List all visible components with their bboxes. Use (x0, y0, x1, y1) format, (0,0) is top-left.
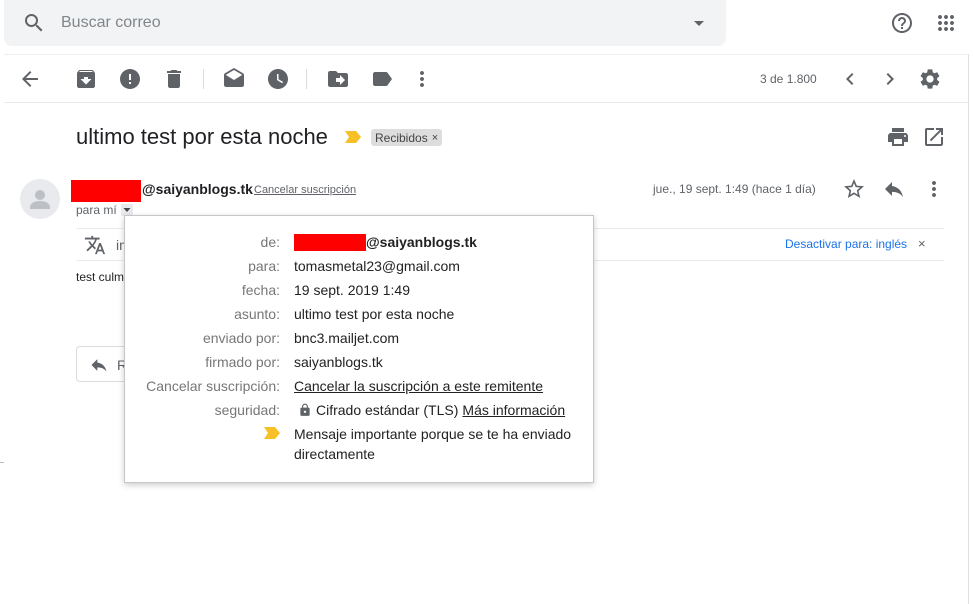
details-value: Cancelar la suscripción a este remitente (294, 376, 584, 396)
importance-marker-icon[interactable] (345, 131, 361, 143)
pager-count: 3 de 1.800 (760, 72, 817, 86)
sender-email[interactable]: @saiyanblogs.tk (142, 181, 253, 197)
reply-icon (89, 355, 109, 375)
mark-as-read-icon[interactable] (222, 67, 246, 91)
details-key: seguridad: (214, 402, 280, 418)
lock-icon (298, 403, 312, 417)
archive-icon[interactable] (74, 67, 98, 91)
open-in-new-icon[interactable] (922, 125, 946, 149)
details-value: 19 sept. 2019 1:49 (294, 282, 410, 298)
label-remove-button[interactable]: × (432, 132, 438, 144)
label-icon[interactable] (370, 67, 394, 91)
redacted-sender-name (294, 233, 366, 251)
arrow-back-icon[interactable] (18, 67, 42, 91)
details-value: tomasmetal23@gmail.com (294, 258, 460, 274)
move-to-icon[interactable] (326, 67, 350, 91)
details-key: firmado por: (205, 354, 280, 370)
learn-more-link[interactable]: Más información (462, 400, 565, 420)
top-divider (4, 54, 968, 55)
snooze-icon[interactable] (266, 67, 290, 91)
details-key: asunto: (234, 306, 280, 322)
more-vert-icon[interactable] (922, 177, 946, 201)
to-me-label: para mí (76, 203, 117, 217)
apps-grid-icon[interactable] (934, 11, 958, 35)
toolbar-divider (4, 102, 968, 103)
left-edge-mark (0, 462, 4, 463)
details-value: bnc3.mailjet.com (294, 330, 400, 346)
translate-icon (84, 234, 106, 256)
toolbar-separator (203, 69, 204, 89)
reply-icon[interactable] (882, 177, 906, 201)
details-key: fecha: (241, 282, 280, 298)
unsubscribe-link[interactable]: Cancelar suscripción (254, 184, 356, 196)
search-bar[interactable] (4, 0, 726, 46)
email-body: test culm (76, 270, 125, 284)
details-value: ultimo test por esta noche (294, 306, 455, 322)
label-chip-inbox[interactable]: Recibidos × (371, 129, 443, 146)
search-icon[interactable] (22, 11, 46, 35)
details-value-from: @saiyanblogs.tk (294, 232, 584, 252)
email-subject: ultimo test por esta noche (76, 124, 328, 149)
search-input[interactable] (61, 10, 621, 36)
details-key: enviado por: (202, 330, 280, 346)
star-icon[interactable] (842, 177, 866, 201)
unsubscribe-sender-link[interactable]: Cancelar la suscripción a este remitente (294, 378, 543, 394)
toolbar-separator (306, 69, 307, 89)
arrow-drop-down-icon[interactable] (687, 11, 711, 35)
disable-translation-link[interactable]: Desactivar para: inglés (785, 237, 907, 251)
print-icon[interactable] (886, 125, 910, 149)
avatar[interactable] (20, 179, 60, 219)
delete-icon[interactable] (162, 67, 186, 91)
security-text: Cifrado estándar (TLS) (316, 402, 459, 418)
importance-marker-icon (264, 427, 280, 439)
email-date: jue., 19 sept. 1:49 (hace 1 día) (653, 182, 816, 196)
redacted-sender-name (71, 180, 141, 202)
more-vert-icon[interactable] (410, 67, 434, 91)
gear-icon[interactable] (918, 67, 942, 91)
details-from-domain: @saiyanblogs.tk (366, 234, 477, 250)
details-value: Mensaje importante porque se te ha envia… (294, 426, 572, 462)
help-icon[interactable] (890, 11, 914, 35)
report-spam-icon[interactable] (118, 67, 142, 91)
close-translate-button[interactable]: × (918, 236, 926, 251)
chevron-left-icon[interactable] (838, 67, 862, 91)
details-value: Cifrado estándar (TLS) Más información (294, 400, 584, 420)
message-details-popup: de: @saiyanblogs.tk para: tomasmetal23@g… (124, 215, 594, 483)
label-chip-text: Recibidos (375, 130, 428, 145)
right-border (968, 54, 969, 604)
chevron-right-icon[interactable] (878, 67, 902, 91)
details-key: de: (260, 234, 280, 250)
details-value: saiyanblogs.tk (294, 354, 383, 370)
details-key: para: (248, 258, 280, 274)
details-key: Cancelar suscripción: (146, 378, 280, 394)
